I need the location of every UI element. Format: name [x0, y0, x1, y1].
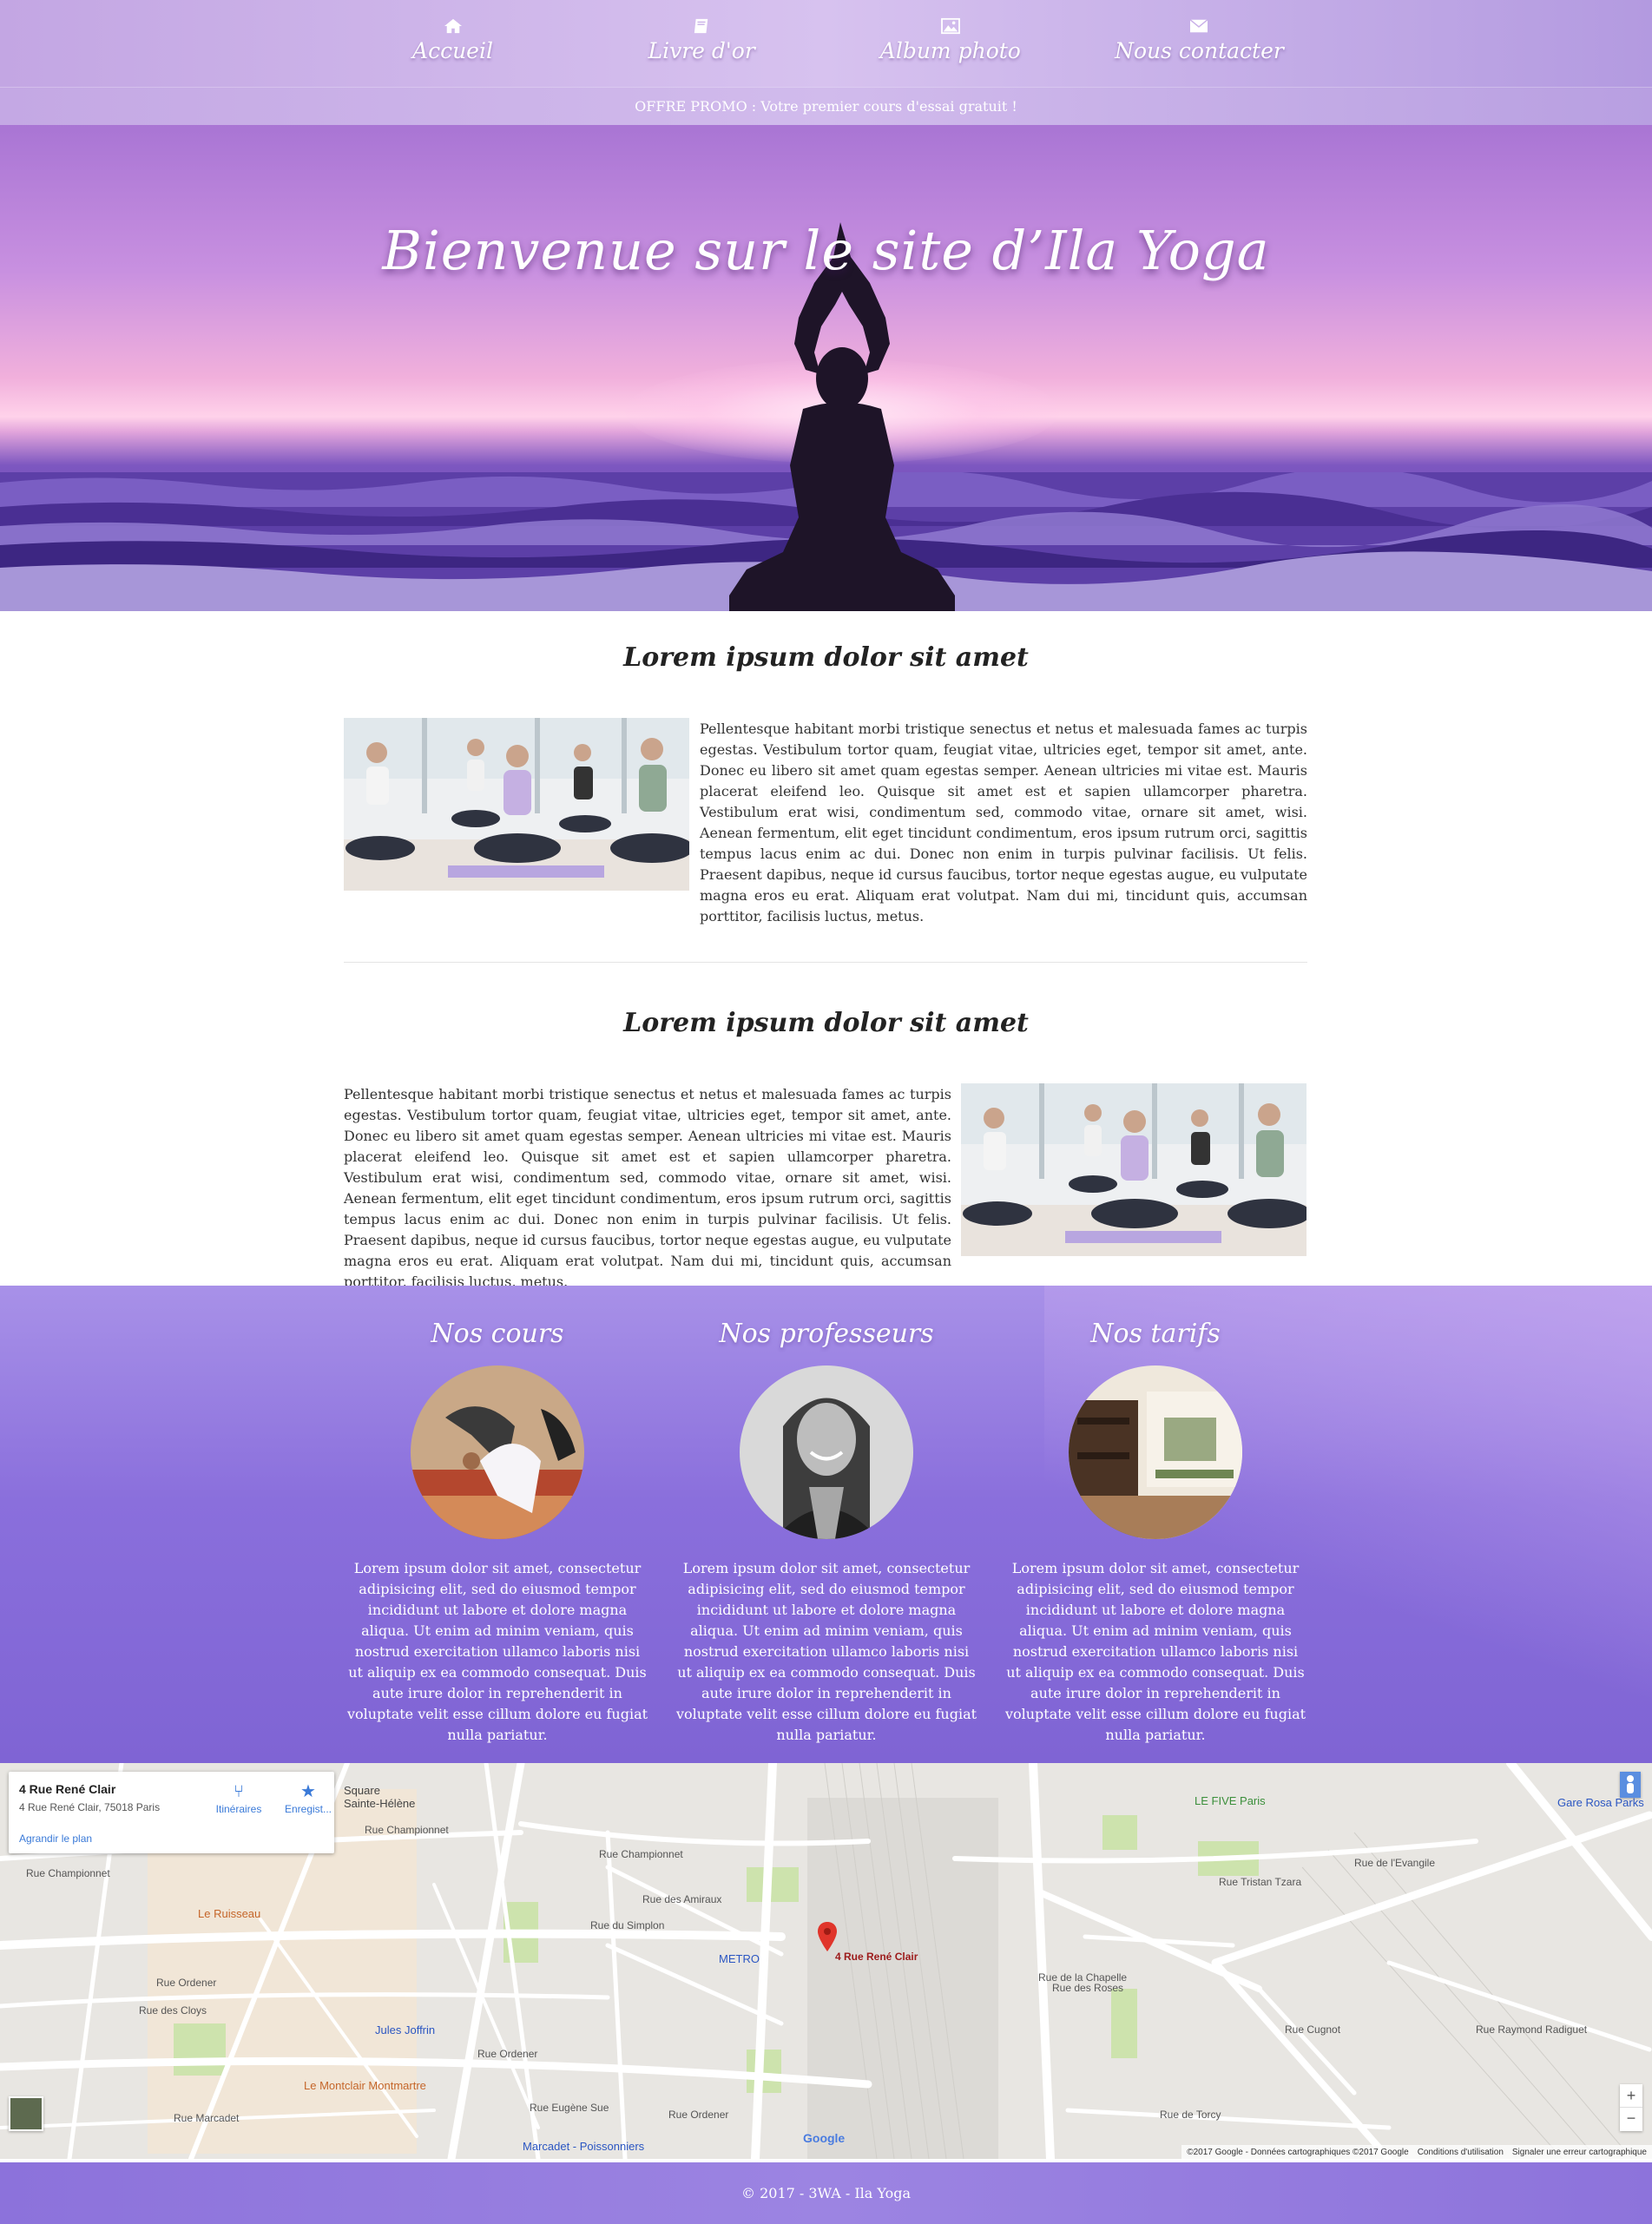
map-label: Rue Championnet: [365, 1824, 449, 1836]
section-title: Lorem ipsum dolor sit amet: [623, 1008, 1029, 1038]
place-name: 4 Rue René Clair: [19, 1782, 116, 1796]
picture-icon: [940, 17, 960, 35]
nav-item-nous-contacter[interactable]: Nous contacter: [1112, 17, 1286, 87]
map-label: Rue Ordener: [156, 1977, 217, 1989]
nav-label: Livre d'or: [648, 38, 755, 63]
page-footer: © 2017 - 3WA - Ila Yoga: [0, 2159, 1652, 2224]
nav-label: Accueil: [412, 38, 493, 63]
envelope-icon: [1190, 19, 1208, 33]
satellite-toggle[interactable]: [9, 2096, 43, 2131]
classes-photo: [411, 1365, 584, 1539]
directions-button[interactable]: ⑂ Itinéraires: [208, 1780, 269, 1815]
map-label: Rue des Roses: [1052, 1982, 1124, 1994]
map-attribution: ©2017 Google - Données cartographiques ©…: [1181, 2145, 1652, 2159]
home-icon: [444, 18, 462, 34]
place-address: 4 Rue René Clair, 75018 Paris: [19, 1801, 161, 1813]
main-nav: Accueil Livre d'or Album photo Nous cont…: [0, 0, 1652, 87]
zoom-in-button[interactable]: +: [1620, 2084, 1642, 2108]
yoga-class-photo: [961, 1083, 1306, 1256]
save-label: Enregist...: [284, 1803, 332, 1815]
nav-label: Album photo: [879, 38, 1021, 63]
map-label: LE FIVE Paris: [1195, 1794, 1266, 1807]
map-label: Rue de l'Evangile: [1354, 1857, 1436, 1869]
map-pin-icon[interactable]: [818, 1922, 837, 1951]
map-label: Rue de Torcy: [1160, 2109, 1221, 2121]
star-icon: ★: [300, 1782, 316, 1801]
terms-link[interactable]: Conditions d'utilisation: [1418, 2148, 1504, 2157]
map-label: Rue Raymond Radiguet: [1476, 2023, 1588, 2036]
map-label: METRO: [719, 1952, 760, 1965]
hero-title: Bienvenue sur le site d’Ila Yoga: [382, 219, 1270, 282]
map-label: Marcadet - Poissonniers: [523, 2140, 645, 2153]
map-label: Rue Championnet: [26, 1867, 110, 1879]
hero-banner: Bienvenue sur le site d’Ila Yoga: [0, 125, 1652, 611]
enlarge-map-link[interactable]: Agrandir le plan: [19, 1832, 92, 1845]
card-title: Nos cours: [431, 1319, 564, 1349]
map-label: Rue Eugène Sue: [530, 2102, 609, 2114]
map-label: Le Montclair Montmartre: [304, 2079, 426, 2092]
card-text: Lorem ipsum dolor sit amet, consectetur …: [1004, 1560, 1306, 1743]
card-title: Nos tarifs: [1090, 1319, 1221, 1349]
google-map[interactable]: Square Sainte-Hélène Rue Championnet Rue…: [0, 1763, 1652, 2159]
zoom-controls: + −: [1620, 2084, 1642, 2131]
map-label: Rue des Amiraux: [642, 1893, 722, 1905]
map-label: Rue Ordener: [477, 2048, 538, 2060]
map-label: Rue du Simplon: [590, 1919, 665, 1931]
promo-banner: OFFRE PROMO : Votre premier cours d'essa…: [0, 87, 1652, 125]
nav-item-livre-dor[interactable]: Livre d'or: [615, 17, 788, 87]
section-paragraph: Pellentesque habitant morbi tristique se…: [700, 720, 1307, 924]
nav-label: Nous contacter: [1115, 38, 1284, 63]
book-icon: [694, 18, 708, 34]
map-copyright: ©2017 Google - Données cartographiques ©…: [1187, 2147, 1409, 2157]
teacher-photo: [740, 1365, 913, 1539]
zoom-out-button[interactable]: −: [1620, 2108, 1642, 2131]
directions-label: Itinéraires: [215, 1803, 262, 1815]
map-label: Rue Ordener: [668, 2109, 729, 2121]
map-label: Square Sainte-Hélène: [344, 1784, 416, 1810]
report-error-link[interactable]: Signaler une erreur cartographique: [1512, 2148, 1647, 2157]
map-label: Le Ruisseau: [198, 1907, 261, 1920]
map-place-card: 4 Rue René Clair 4 Rue René Clair, 75018…: [9, 1772, 334, 1853]
map-label: Rue Championnet: [599, 1848, 683, 1860]
section-paragraph: Pellentesque habitant morbi tristique se…: [344, 1086, 951, 1290]
footer-text: © 2017 - 3WA - Ila Yoga: [741, 2185, 911, 2201]
card-text: Lorem ipsum dolor sit amet, consectetur …: [675, 1560, 977, 1743]
map-pin-label: 4 Rue René Clair: [835, 1951, 918, 1963]
features-section: Nos cours Lorem ipsum dolor sit amet, co…: [0, 1286, 1652, 1763]
map-label: Rue Marcadet: [174, 2112, 240, 2124]
nav-item-accueil[interactable]: Accueil: [366, 17, 540, 87]
section-title: Lorem ipsum dolor sit amet: [623, 642, 1029, 673]
map-label: Rue Cugnot: [1285, 2023, 1341, 2036]
yoga-class-photo: [344, 718, 689, 891]
section-divider: [344, 962, 1307, 963]
studio-photo: [1069, 1365, 1242, 1539]
street-view-icon[interactable]: [1620, 1772, 1641, 1798]
map-label: Rue Tristan Tzara: [1219, 1876, 1302, 1888]
google-logo: Google: [803, 2131, 846, 2145]
map-label: Rue des Cloys: [139, 2004, 207, 2017]
directions-icon: ⑂: [234, 1782, 244, 1801]
card-text: Lorem ipsum dolor sit amet, consectetur …: [346, 1560, 648, 1743]
promo-text: OFFRE PROMO : Votre premier cours d'essa…: [635, 98, 1017, 115]
card-title: Nos professeurs: [719, 1319, 934, 1349]
map-label: Jules Joffrin: [375, 2023, 436, 2036]
map-label: Gare Rosa Parks: [1557, 1796, 1644, 1809]
nav-item-album-photo[interactable]: Album photo: [864, 17, 1037, 87]
save-button[interactable]: ★ Enregist...: [278, 1780, 339, 1815]
